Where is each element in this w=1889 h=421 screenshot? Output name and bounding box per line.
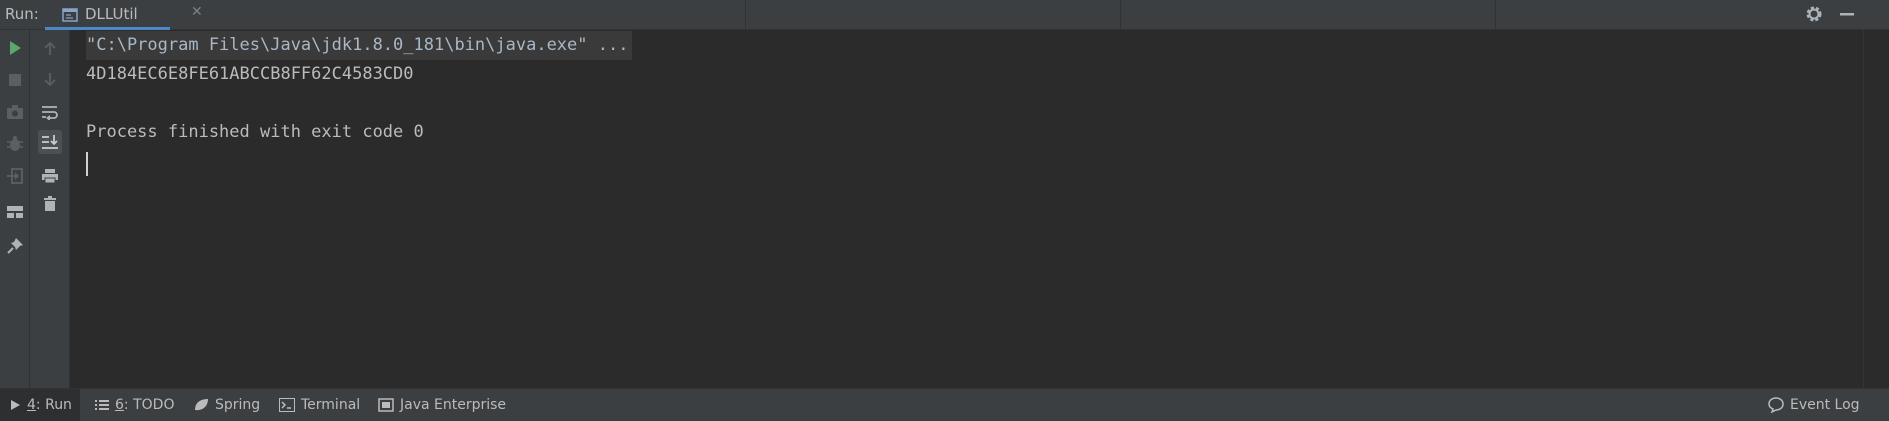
run-tool-window-header: Run: DLLUtil ✕ — [0, 0, 1889, 30]
console-command-line: "C:\Program Files\Java\jdk1.8.0_181\bin\… — [86, 31, 633, 60]
speech-bubble-icon — [1768, 397, 1784, 413]
tool-window-bar: 4: Run 6: TODO Spring Terminal Java Ente… — [0, 388, 1889, 421]
header-separator — [745, 0, 746, 30]
run-label: Run: — [5, 5, 39, 23]
minimize-icon[interactable] — [1838, 4, 1856, 28]
trash-icon[interactable] — [38, 192, 62, 216]
camera-icon[interactable] — [3, 100, 27, 124]
scroll-to-end-icon[interactable] — [38, 130, 62, 154]
run-icon[interactable] — [3, 36, 27, 60]
spring-leaf-icon — [195, 399, 208, 411]
event-log-label: Event Log — [1790, 397, 1860, 413]
event-log-button[interactable]: Event Log — [1768, 389, 1860, 421]
debug-icon[interactable] — [3, 132, 27, 156]
tool-tab-terminal-label: Terminal — [301, 397, 361, 413]
list-icon — [95, 400, 109, 410]
java-enterprise-icon — [378, 398, 394, 412]
layout-icon[interactable] — [3, 200, 27, 224]
tab-label: DLLUtil — [85, 5, 138, 23]
tool-tab-terminal[interactable]: Terminal — [279, 389, 360, 421]
gear-icon[interactable] — [1804, 4, 1824, 28]
run-toolbar — [0, 30, 30, 388]
tool-tab-java-enterprise-label: Java Enterprise — [400, 397, 507, 413]
pin-icon[interactable] — [3, 234, 27, 258]
terminal-icon — [279, 398, 295, 412]
vertical-scrollbar[interactable] — [1863, 30, 1889, 388]
arrow-up-icon[interactable] — [38, 36, 62, 60]
console-exit-line: Process finished with exit code 0 — [86, 122, 424, 142]
header-separator — [1120, 0, 1121, 30]
console-output[interactable]: "C:\Program Files\Java\jdk1.8.0_181\bin\… — [70, 30, 1863, 388]
tool-tab-run-key: 4 — [27, 397, 36, 413]
tool-tab-run[interactable]: 4: Run — [0, 389, 80, 421]
tool-tab-spring[interactable]: Spring — [193, 389, 260, 421]
close-icon[interactable]: ✕ — [191, 4, 203, 20]
print-icon[interactable] — [38, 164, 62, 188]
tool-tab-todo[interactable]: 6: TODO — [95, 389, 174, 421]
header-separator — [1495, 0, 1496, 30]
text-caret — [86, 152, 88, 176]
tool-tab-todo-label: : TODO — [123, 397, 175, 413]
tab-dllutil[interactable]: DLLUtil ✕ — [45, 0, 203, 30]
console-icon — [62, 7, 78, 22]
stop-icon[interactable] — [3, 68, 27, 92]
tool-tab-java-enterprise[interactable]: Java Enterprise — [378, 389, 506, 421]
soft-wrap-icon[interactable] — [38, 100, 62, 124]
run-small-icon — [11, 400, 20, 410]
exit-icon[interactable] — [3, 164, 27, 188]
arrow-down-icon[interactable] — [38, 68, 62, 92]
console-toolbar — [30, 30, 70, 388]
tool-tab-todo-key: 6 — [115, 397, 124, 413]
tool-tab-spring-label: Spring — [215, 397, 261, 413]
tool-tab-run-label: : Run — [35, 397, 72, 413]
console-output-line: 4D184EC6E8FE61ABCCB8FF62C4583CD0 — [86, 64, 414, 84]
